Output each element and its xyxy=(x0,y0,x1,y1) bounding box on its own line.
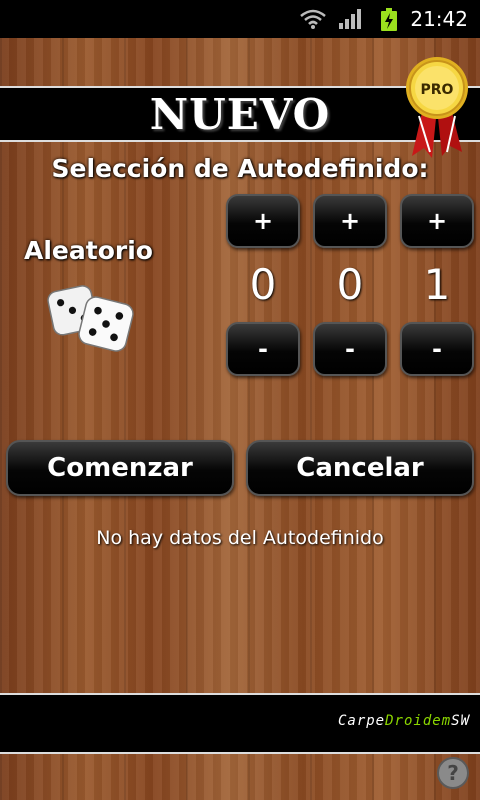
plus-button-3[interactable]: + xyxy=(400,194,474,248)
info-message: No hay datos del Autodefinido xyxy=(96,527,384,549)
digit-value-1: 0 xyxy=(249,260,277,309)
section-title: Selección de Autodefinido: xyxy=(51,154,429,183)
plus-button-1[interactable]: + xyxy=(226,194,300,248)
help-icon[interactable]: ? xyxy=(436,756,470,790)
random-label: Aleatorio xyxy=(24,236,153,265)
minus-button-2[interactable]: - xyxy=(313,322,387,376)
page-title: NUEVO xyxy=(149,89,331,139)
pro-badge-icon: PRO xyxy=(406,57,468,158)
battery-charging-icon xyxy=(381,8,397,31)
wifi-icon xyxy=(300,9,326,29)
digit-value-2: 0 xyxy=(336,260,364,309)
brand-part-2: Droidem xyxy=(385,713,452,729)
footer-bar: CarpeDroidemSW xyxy=(0,693,480,754)
minus-button-1[interactable]: - xyxy=(226,322,300,376)
start-button[interactable]: Comenzar xyxy=(6,440,234,496)
dice-icon[interactable] xyxy=(44,276,140,356)
minus-button-3[interactable]: - xyxy=(400,322,474,376)
pro-badge-label: PRO xyxy=(421,82,454,98)
signal-icon xyxy=(339,9,361,29)
cancel-button[interactable]: Cancelar xyxy=(246,440,474,496)
status-time: 21:42 xyxy=(410,7,468,31)
plus-button-2[interactable]: + xyxy=(313,194,387,248)
brand-logo: CarpeDroidemSW xyxy=(338,713,470,729)
brand-part-3: SW xyxy=(451,713,470,729)
svg-text:?: ? xyxy=(447,761,459,785)
digit-value-3: 1 xyxy=(423,260,451,309)
status-bar: 21:42 xyxy=(0,0,480,38)
brand-part-1: Carpe xyxy=(337,713,386,729)
